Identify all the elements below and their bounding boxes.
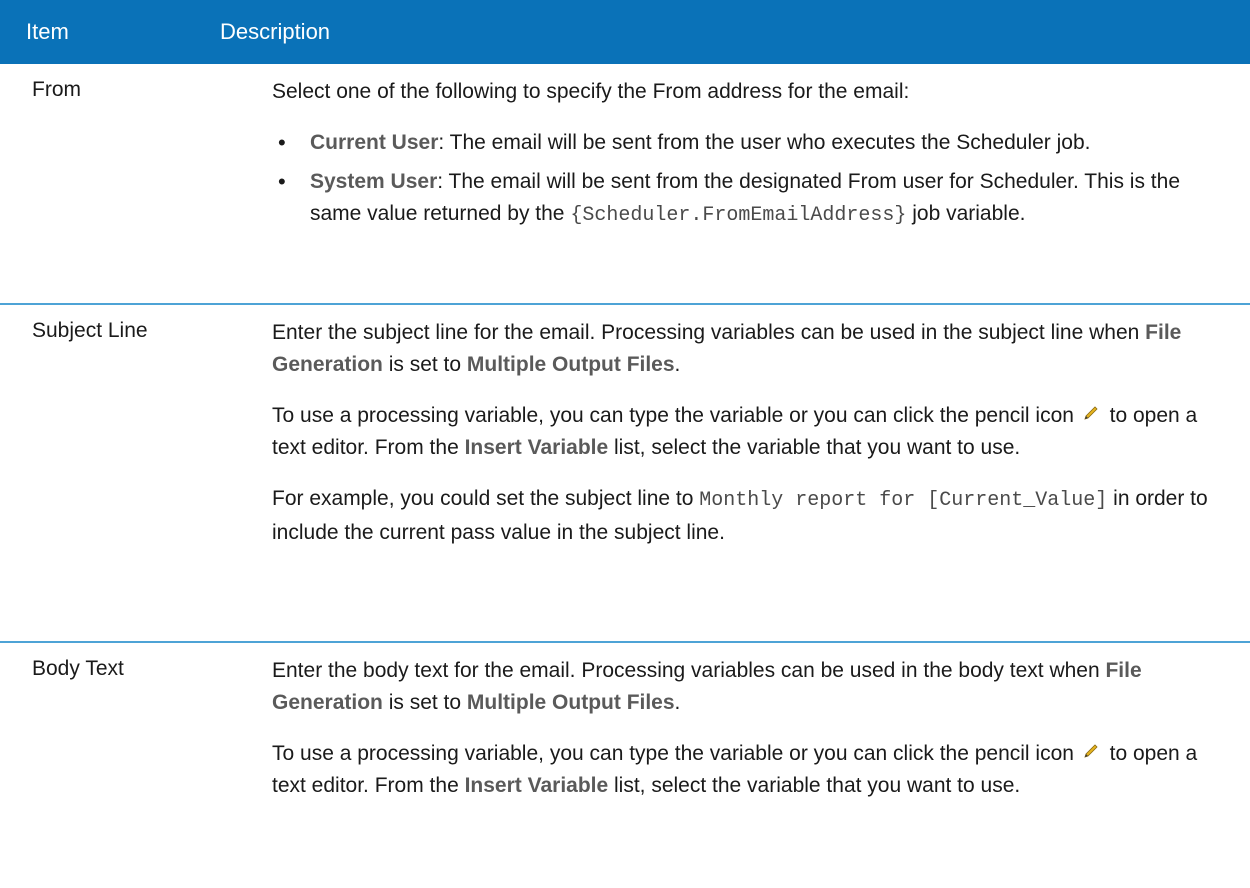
pencil-icon: [1082, 738, 1100, 770]
code-from-email-address: {Scheduler.FromEmailAddress}: [570, 204, 907, 227]
subject-paragraph-3: For example, you could set the subject l…: [272, 487, 1208, 545]
row-description-from: Select one of the following to specify t…: [272, 64, 1250, 303]
row-description-body-text: Enter the body text for the email. Proce…: [272, 643, 1250, 888]
table-header: Item Description: [0, 0, 1250, 64]
current-user-text: : The email will be sent from the user w…: [438, 131, 1091, 154]
row-description-subject-line: Enter the subject line for the email. Pr…: [272, 305, 1250, 641]
pencil-icon: [1082, 400, 1100, 432]
list-item-system-user: • System User: The email will be sent fr…: [272, 166, 1210, 232]
bullet-icon: •: [278, 130, 286, 155]
header-description: Description: [220, 19, 331, 44]
body-paragraph-2: To use a processing variable, you can ty…: [272, 738, 1210, 802]
table-row-subject-line: Subject Line Enter the subject line for …: [0, 305, 1250, 643]
list-item-current-user: • Current User: The email will be sent f…: [272, 127, 1210, 159]
row-label-from: From: [32, 78, 81, 101]
row-label-subject-line: Subject Line: [32, 319, 148, 342]
system-user-tail: job variable.: [906, 202, 1026, 225]
row-label-body-text: Body Text: [32, 657, 124, 680]
body-paragraph-1: Enter the body text for the email. Proce…: [272, 659, 1142, 714]
bullet-icon: •: [278, 169, 286, 194]
table-row-body-text: Body Text Enter the body text for the em…: [0, 643, 1250, 888]
subject-paragraph-1: Enter the subject line for the email. Pr…: [272, 321, 1182, 376]
subject-paragraph-2: To use a processing variable, you can ty…: [272, 400, 1210, 464]
code-subject-example: Monthly report for [Current_Value]: [699, 489, 1108, 513]
header-item: Item: [26, 19, 69, 44]
table-row-from: From Select one of the following to spec…: [0, 64, 1250, 305]
term-current-user: Current User: [310, 131, 439, 154]
from-intro: Select one of the following to specify t…: [272, 80, 910, 103]
term-system-user: System User: [310, 170, 438, 193]
options-table: Item Description From Select one of the …: [0, 0, 1250, 888]
